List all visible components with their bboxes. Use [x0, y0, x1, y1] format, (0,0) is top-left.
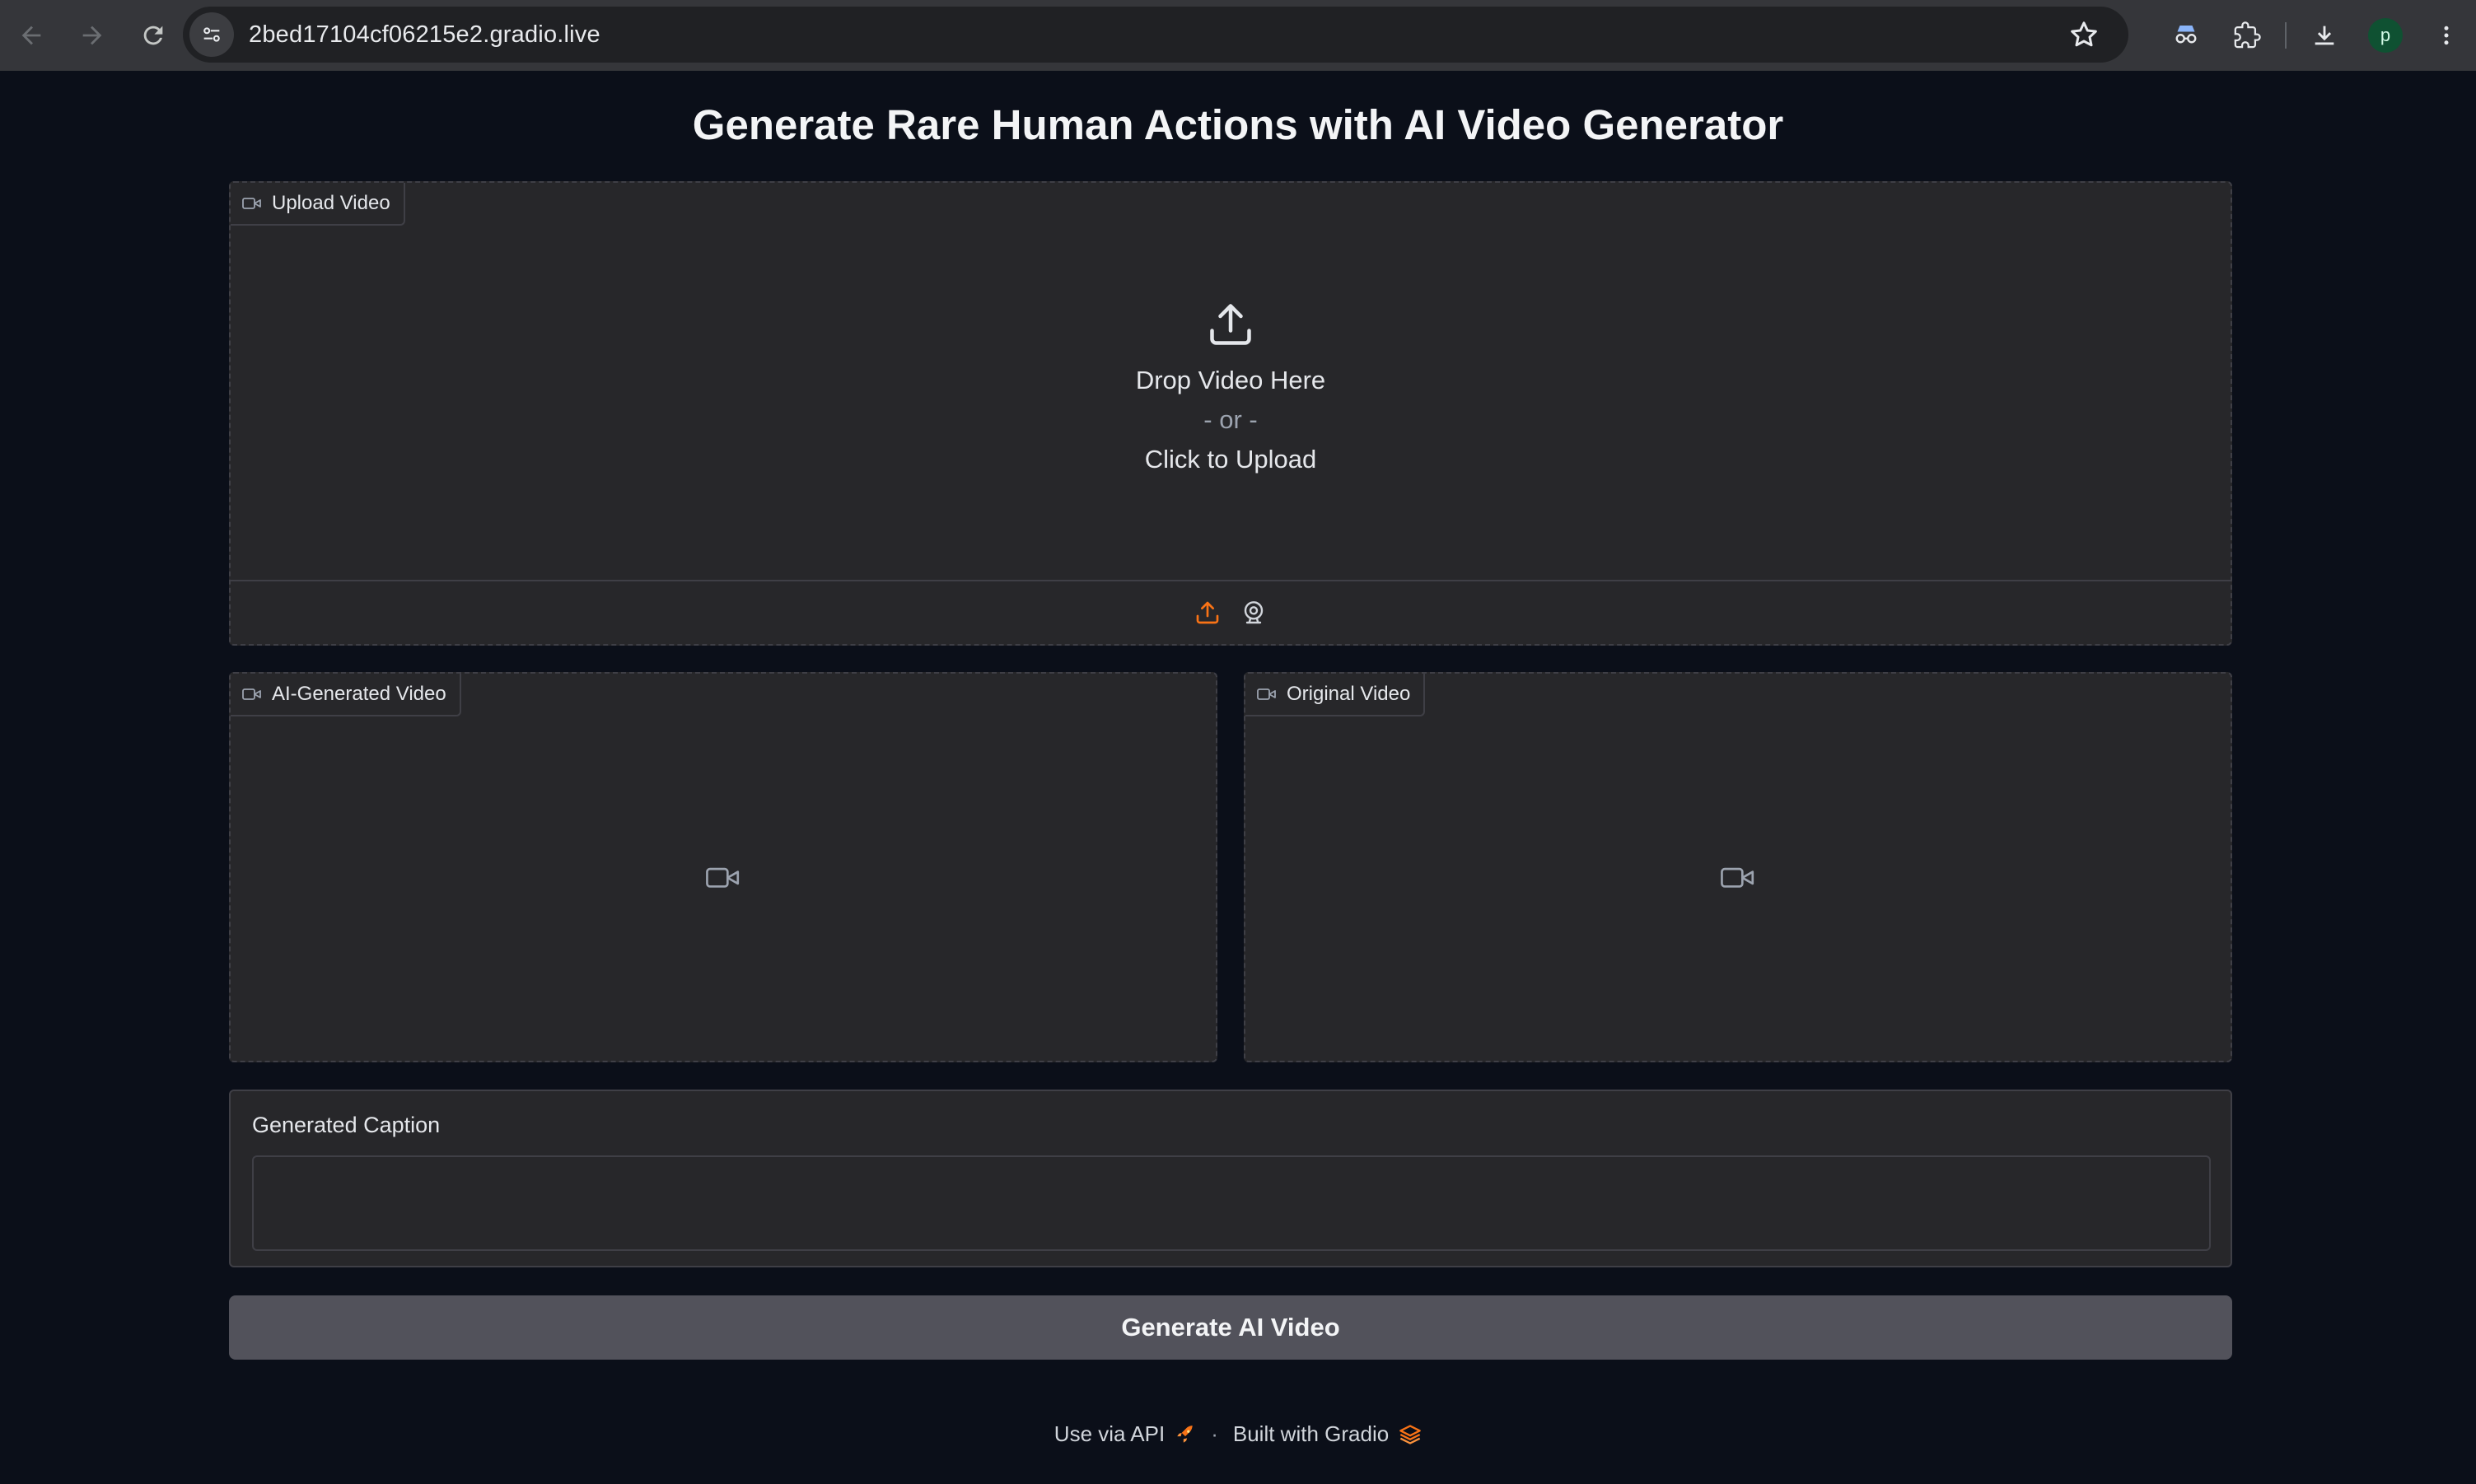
click-to-upload-text: Click to Upload — [1144, 445, 1317, 474]
back-button[interactable] — [8, 12, 54, 58]
profile-button[interactable]: p — [2362, 12, 2408, 58]
toolbar-divider — [2285, 22, 2287, 49]
ai-generated-video-label-text: AI-Generated Video — [272, 683, 446, 705]
avatar: p — [2368, 18, 2403, 53]
rocket-icon — [1177, 1425, 1193, 1443]
footer: Use via API · Built with Gradio — [0, 1421, 2476, 1447]
use-via-api-text: Use via API — [1053, 1421, 1166, 1446]
built-with-gradio-link[interactable]: Built with Gradio — [1233, 1421, 1422, 1447]
webcam-icon — [1244, 601, 1264, 624]
or-text: - or - — [1203, 405, 1258, 434]
ai-generated-video-block: AI-Generated Video — [229, 672, 1217, 1062]
gradio-logo-icon — [1399, 1424, 1422, 1444]
webcam-source-button[interactable] — [1239, 598, 1268, 628]
reload-button[interactable] — [130, 12, 176, 58]
upload-source-bar — [231, 580, 2231, 644]
generated-caption-textbox[interactable] — [252, 1155, 2211, 1251]
menu-button[interactable] — [2423, 12, 2469, 58]
video-camera-icon — [1257, 688, 1276, 700]
original-video-block: Original Video — [1244, 672, 2232, 1062]
url-text[interactable]: 2bed17104cf06215e2.gradio.live — [249, 21, 600, 49]
original-video-label: Original Video — [1245, 674, 1426, 716]
extensions-icon — [2234, 21, 2261, 49]
generate-ai-video-button[interactable]: Generate AI Video — [229, 1295, 2232, 1360]
extensions-button[interactable] — [2224, 12, 2270, 58]
site-settings-icon — [203, 27, 220, 42]
upload-file-icon — [1196, 601, 1219, 624]
download-icon — [2315, 26, 2334, 45]
upload-video-block: Upload Video Drop Video Here - or - Clic… — [229, 181, 2232, 646]
forward-button[interactable] — [69, 12, 115, 58]
browser-toolbar: 2bed17104cf06215e2.gradio.live p — [0, 0, 2476, 71]
built-with-gradio-text: Built with Gradio — [1232, 1421, 1390, 1446]
use-via-api-link[interactable]: Use via API — [1054, 1421, 1196, 1447]
address-bar[interactable]: 2bed17104cf06215e2.gradio.live — [183, 7, 2128, 63]
video-placeholder-icon — [1721, 867, 1754, 888]
incognito-glasses-icon — [2175, 26, 2197, 44]
generated-caption-label: Generated Caption — [252, 1113, 441, 1137]
video-camera-icon — [242, 688, 261, 700]
original-video-label-text: Original Video — [1287, 683, 1411, 705]
downloads-button[interactable] — [2301, 12, 2348, 58]
back-icon — [21, 26, 41, 45]
generated-caption-block: Generated Caption — [229, 1090, 2232, 1267]
star-icon[interactable] — [2067, 18, 2100, 51]
video-drop-zone[interactable]: Drop Video Here - or - Click to Upload — [231, 183, 2231, 580]
footer-separator: · — [1211, 1421, 1218, 1446]
reload-icon — [143, 26, 163, 45]
upload-icon — [1210, 304, 1251, 345]
incognito-button[interactable] — [2163, 12, 2209, 58]
kebab-menu-icon — [2444, 26, 2449, 45]
site-settings-button[interactable] — [189, 12, 234, 57]
upload-source-button[interactable] — [1193, 598, 1222, 628]
ai-generated-video-label: AI-Generated Video — [231, 674, 461, 716]
page-title: Generate Rare Human Actions with AI Vide… — [692, 101, 1784, 148]
drop-text: Drop Video Here — [1135, 366, 1326, 394]
video-placeholder-icon — [706, 867, 740, 888]
gradio-app: Generate Rare Human Actions with AI Vide… — [0, 71, 2476, 1484]
forward-icon — [82, 26, 102, 45]
